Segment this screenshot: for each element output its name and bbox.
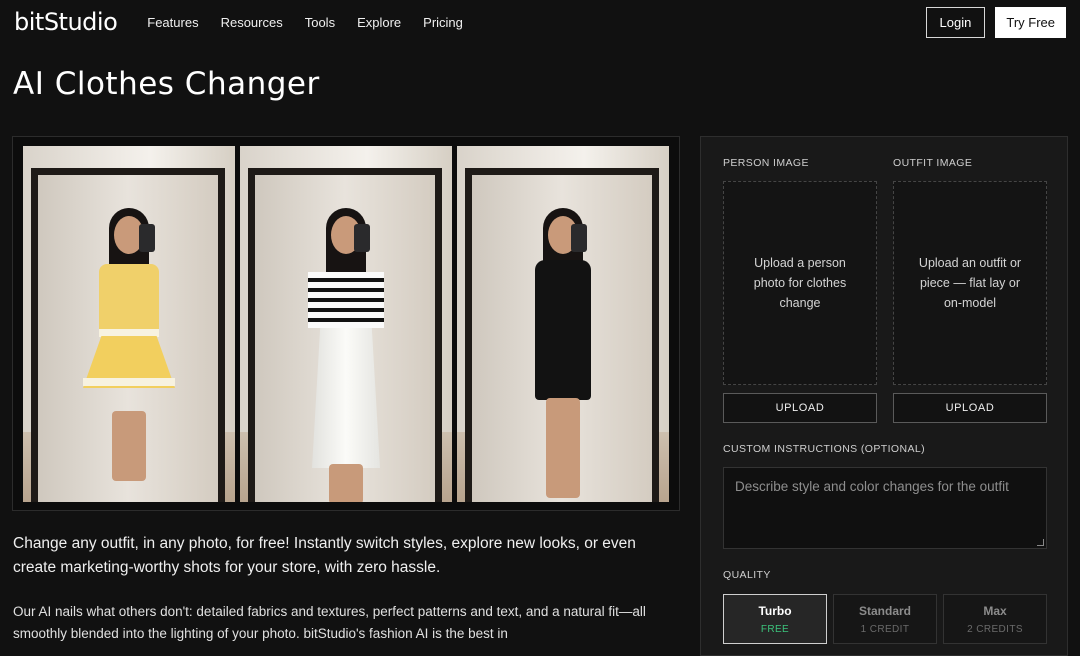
quality-option-turbo[interactable]: Turbo FREE (723, 594, 827, 644)
custom-instructions-input[interactable]: Describe style and color changes for the… (723, 467, 1047, 549)
nav-resources[interactable]: Resources (221, 15, 283, 30)
person-image-label: PERSON IMAGE (723, 157, 809, 169)
outfit-image-dropzone[interactable]: Upload an outfit or piece — flat lay or … (893, 181, 1047, 385)
upload-outfit-button[interactable]: UPLOAD (893, 393, 1047, 423)
example-gallery (12, 136, 680, 511)
quality-option-name: Standard (858, 604, 911, 618)
nav-explore[interactable]: Explore (357, 15, 401, 30)
quality-option-max[interactable]: Max 2 CREDITS (943, 594, 1047, 644)
nav-pricing[interactable]: Pricing (423, 15, 463, 30)
custom-instructions-placeholder: Describe style and color changes for the… (735, 479, 1009, 494)
intro-text: Change any outfit, in any photo, for fre… (13, 535, 636, 576)
resize-handle-icon[interactable] (1037, 539, 1044, 546)
body-text: Our AI nails what others don't: detailed… (13, 604, 646, 641)
example-photo-black-dress (457, 146, 669, 502)
logo[interactable]: bitStudio (14, 8, 118, 36)
person-image-dropzone[interactable]: Upload a person photo for clothes change (723, 181, 877, 385)
quality-option-standard[interactable]: Standard 1 CREDIT (833, 594, 937, 644)
nav-links: Features Resources Tools Explore Pricing (147, 15, 463, 30)
clothes-changer-panel: PERSON IMAGE OUTFIT IMAGE Upload a perso… (700, 136, 1068, 656)
example-photo-striped-top (240, 146, 452, 502)
top-nav: bitStudio Features Resources Tools Explo… (0, 0, 1080, 44)
quality-option-name: Max (983, 604, 1007, 618)
page-title: AI Clothes Changer (13, 66, 320, 102)
outfit-image-label: OUTFIT IMAGE (893, 157, 973, 169)
person-dropzone-text: Upload a person photo for clothes change (753, 256, 847, 310)
nav-actions: Login Try Free (925, 6, 1066, 38)
nav-features[interactable]: Features (147, 15, 198, 30)
quality-label: QUALITY (723, 569, 771, 581)
outfit-dropzone-text: Upload an outfit or piece — flat lay or … (918, 256, 1022, 310)
custom-instructions-label: CUSTOM INSTRUCTIONS (OPTIONAL) (723, 443, 925, 455)
try-free-button[interactable]: Try Free (995, 6, 1066, 38)
upload-person-button[interactable]: UPLOAD (723, 393, 877, 423)
quality-option-name: Turbo (758, 604, 792, 618)
login-button[interactable]: Login (925, 6, 986, 38)
nav-tools[interactable]: Tools (305, 15, 335, 30)
example-photo-yellow-dress (23, 146, 235, 502)
